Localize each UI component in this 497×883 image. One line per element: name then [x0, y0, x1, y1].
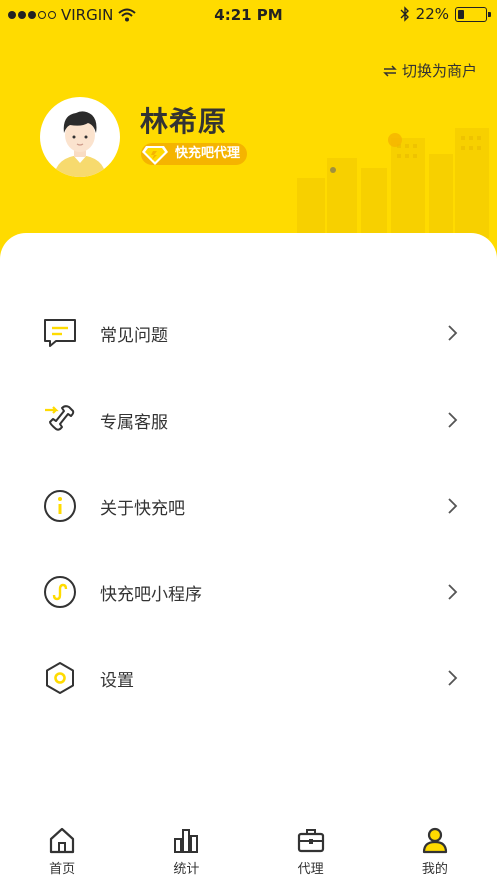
agent-badge: 快充吧代理 [141, 143, 248, 165]
tab-mine[interactable]: 我的 [373, 815, 497, 883]
mini-program-icon [44, 576, 76, 608]
menu-item-label: 快充吧小程序 [100, 584, 202, 605]
tab-home[interactable]: 首页 [0, 815, 124, 883]
user-name: 林希原 [140, 105, 228, 138]
menu-item-label: 专属客服 [100, 412, 168, 433]
menu-sheet: 常见问题 专属客服 关于快充吧 快充吧小程序 设置 [0, 233, 497, 803]
chevron-right-icon [448, 498, 458, 514]
avatar-illustration [54, 111, 106, 177]
chevron-right-icon [448, 325, 458, 341]
menu-item-label: 关于快充吧 [100, 498, 185, 519]
battery-percent: 22% [415, 5, 449, 23]
chevron-right-icon [448, 584, 458, 600]
city-illustration [297, 128, 489, 238]
switch-merchant-label: 切换为商户 [401, 62, 477, 80]
agent-badge-label: 快充吧代理 [175, 146, 241, 161]
settings-hexagon-icon [46, 662, 74, 694]
faq-message-icon [44, 319, 76, 347]
swap-arrows-icon [383, 64, 397, 77]
menu-item-label: 常见问题 [100, 325, 168, 346]
diamond-icon [142, 146, 168, 165]
info-icon [44, 490, 76, 522]
tab-label: 统计 [173, 862, 200, 877]
briefcase-icon [297, 829, 324, 853]
menu-item-mini-program[interactable]: 快充吧小程序 [0, 562, 497, 622]
switch-to-merchant-button[interactable]: 切换为商户 [383, 60, 477, 81]
battery-icon [455, 6, 491, 22]
menu-item-customer-service[interactable]: 专属客服 [0, 390, 497, 450]
tab-label: 首页 [49, 862, 76, 877]
stats-icon [174, 829, 199, 853]
menu-item-faq[interactable]: 常见问题 [0, 303, 497, 363]
tab-label: 我的 [421, 862, 448, 877]
avatar[interactable] [40, 97, 120, 177]
bluetooth-icon [400, 6, 409, 22]
status-bar: VIRGIN 4:21 PM 22% [0, 0, 497, 30]
chevron-right-icon [448, 670, 458, 686]
home-icon [50, 827, 75, 854]
phone-icon [45, 405, 75, 431]
chevron-right-icon [448, 412, 458, 428]
menu-item-about[interactable]: 关于快充吧 [0, 476, 497, 536]
menu-item-settings[interactable]: 设置 [0, 648, 497, 708]
profile-header: VIRGIN 4:21 PM 22% 切换为商户 林希原 快充吧代理 [0, 0, 497, 262]
bottom-tab-bar: 首页 统计 代理 我的 [0, 815, 497, 883]
tab-label: 代理 [297, 862, 324, 877]
tab-stats[interactable]: 统计 [124, 815, 248, 883]
menu-item-label: 设置 [100, 670, 134, 691]
status-right: 22% [400, 5, 491, 23]
tab-agent[interactable]: 代理 [249, 815, 373, 883]
user-icon [422, 827, 447, 854]
